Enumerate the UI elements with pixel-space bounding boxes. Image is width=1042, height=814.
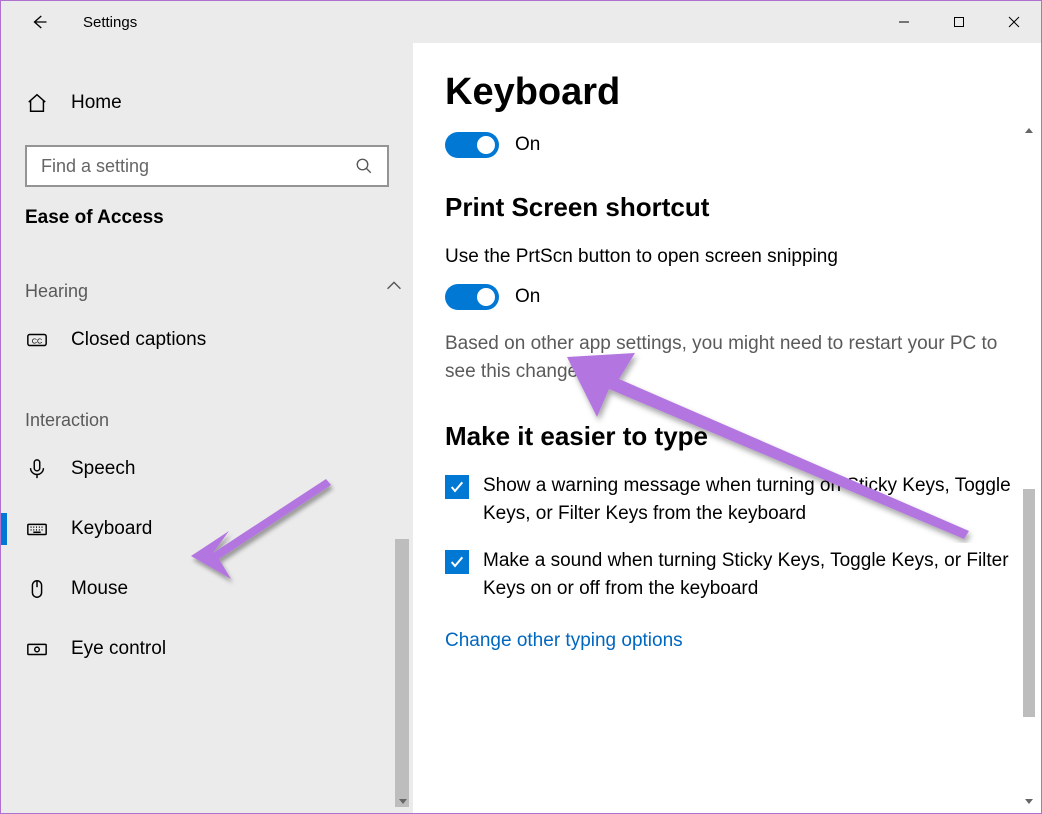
section-easier-type: Make it easier to type: [445, 421, 1013, 452]
sidebar-item-keyboard[interactable]: Keyboard: [1, 499, 413, 559]
sidebar-item-mouse[interactable]: Mouse: [1, 559, 413, 619]
sidebar-scrollbar-thumb[interactable]: [395, 539, 409, 807]
prtscn-note: Based on other app settings, you might n…: [445, 330, 1005, 387]
close-icon: [1008, 16, 1020, 28]
checkbox-warning[interactable]: [445, 475, 469, 499]
sidebar-item-home[interactable]: Home: [1, 73, 413, 133]
maximize-button[interactable]: [931, 1, 986, 43]
check-icon: [449, 554, 465, 570]
page-title: Keyboard: [445, 71, 1013, 114]
sidebar-item-closed-captions[interactable]: CC Closed captions: [1, 310, 413, 370]
checkbox-label: Make a sound when turning Sticky Keys, T…: [483, 547, 1013, 604]
prtscn-description: Use the PrtScn button to open screen sni…: [445, 243, 1013, 272]
window-controls: [876, 1, 1041, 43]
section-print-screen: Print Screen shortcut: [445, 192, 1013, 223]
check-icon: [449, 479, 465, 495]
window-title: Settings: [83, 14, 137, 31]
home-icon: [25, 91, 49, 115]
maximize-icon: [953, 16, 965, 28]
search-input[interactable]: [41, 156, 355, 177]
group-interaction: Interaction: [1, 370, 413, 439]
arrow-left-icon: [30, 13, 48, 31]
sidebar-item-label: Mouse: [71, 578, 128, 600]
toggle-label: On: [515, 134, 540, 156]
search-wrapper: [1, 145, 413, 187]
checkbox-row-sound: Make a sound when turning Sticky Keys, T…: [445, 547, 1013, 604]
toggle-label: On: [515, 286, 540, 308]
close-button[interactable]: [986, 1, 1041, 43]
sidebar-item-label: Keyboard: [71, 518, 152, 540]
checkbox-row-warning: Show a warning message when turning on S…: [445, 472, 1013, 529]
eye-icon: [25, 637, 49, 661]
sidebar: Home Ease of Access Hearing CC Closed ca…: [1, 43, 413, 813]
section-title: Ease of Access: [1, 199, 413, 241]
sidebar-item-label: Speech: [71, 458, 135, 480]
sidebar-item-eye-control[interactable]: Eye control: [1, 619, 413, 679]
scroll-down-icon[interactable]: [397, 795, 409, 807]
main-content: Keyboard On Print Screen shortcut Use th…: [413, 43, 1041, 813]
scroll-down-icon[interactable]: [1023, 795, 1035, 807]
group-hearing: Hearing: [1, 241, 413, 310]
link-change-typing[interactable]: Change other typing options: [445, 630, 683, 652]
sidebar-item-label: Home: [71, 92, 122, 114]
minimize-button[interactable]: [876, 1, 931, 43]
checkbox-label: Show a warning message when turning on S…: [483, 472, 1013, 529]
keyboard-icon: [25, 517, 49, 541]
sidebar-item-speech[interactable]: Speech: [1, 439, 413, 499]
minimize-icon: [898, 16, 910, 28]
scroll-up-icon[interactable]: [1023, 125, 1035, 137]
captions-icon: CC: [25, 328, 49, 352]
back-button[interactable]: [23, 6, 55, 38]
titlebar: Settings: [1, 1, 1041, 43]
chevron-up-icon[interactable]: [383, 275, 405, 297]
sidebar-item-label: Eye control: [71, 638, 166, 660]
svg-text:CC: CC: [32, 336, 43, 345]
mouse-icon: [25, 577, 49, 601]
checkbox-sound[interactable]: [445, 550, 469, 574]
search-icon: [355, 157, 373, 175]
main-scrollbar-thumb[interactable]: [1023, 489, 1035, 717]
microphone-icon: [25, 457, 49, 481]
search-box[interactable]: [25, 145, 389, 187]
sidebar-item-label: Closed captions: [71, 329, 206, 351]
keyboard-toggle[interactable]: [445, 132, 499, 158]
prtscn-toggle[interactable]: [445, 284, 499, 310]
